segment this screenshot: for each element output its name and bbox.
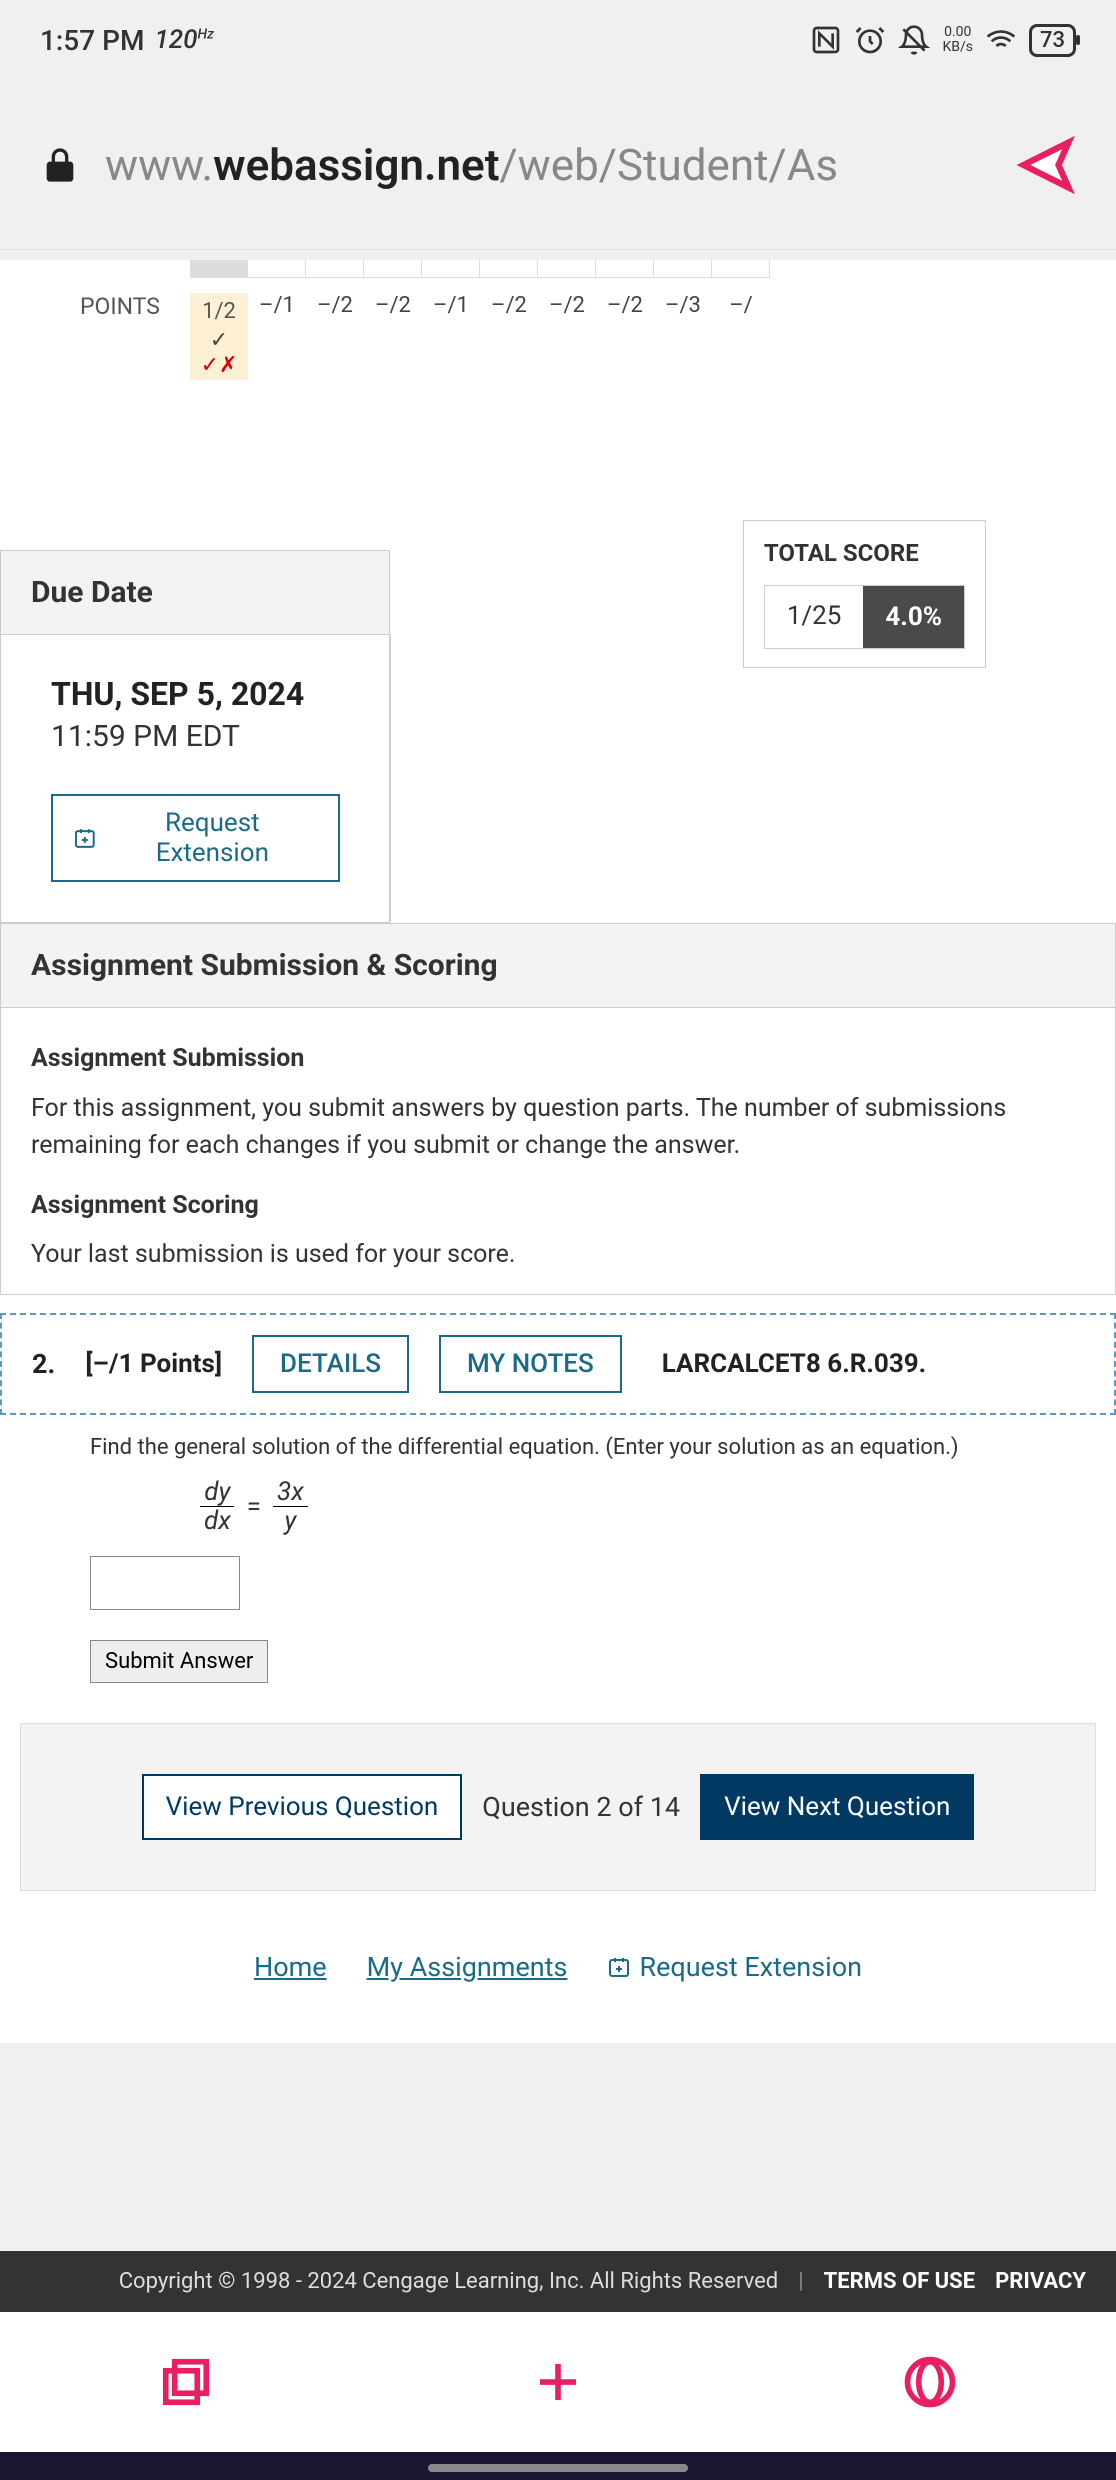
url-text[interactable]: www.webassign.net/web/Student/As (105, 139, 991, 191)
points-cell: –/1 (248, 293, 306, 380)
next-question-button[interactable]: View Next Question (700, 1774, 974, 1840)
wifi-icon (985, 24, 1017, 56)
score-percent: 4.0% (863, 586, 964, 648)
privacy-link[interactable]: PRIVACY (995, 2269, 1086, 2294)
request-extension-button[interactable]: Request Extension (51, 794, 340, 882)
status-time: 1:57 PM (40, 24, 144, 57)
score-fraction: 1/25 (765, 586, 864, 648)
home-link[interactable]: Home (254, 1951, 327, 1983)
total-score-label: TOTAL SCORE (764, 539, 965, 567)
browser-bottom-nav (0, 2312, 1116, 2452)
submission-section: Assignment Submission & Scoring Assignme… (0, 923, 1116, 1295)
question-prompt: Find the general solution of the differe… (90, 1435, 1026, 1460)
lock-icon (40, 145, 80, 185)
due-date-section: Due Date THU, SEP 5, 2024 11:59 PM EDT R… (0, 550, 390, 923)
url-bar[interactable]: www.webassign.net/web/Student/As (0, 80, 1116, 250)
points-cells: 1/2✓✓✗ –/1 –/2 –/2 –/1 –/2 –/2 –/2 –/3 –… (190, 293, 770, 380)
points-label: POINTS (80, 293, 190, 320)
request-extension-link[interactable]: Request Extension (607, 1951, 862, 1983)
terms-link[interactable]: TERMS OF USE (824, 2269, 976, 2294)
battery-indicator: 73 (1029, 24, 1076, 57)
my-assignments-link[interactable]: My Assignments (367, 1951, 568, 1983)
points-cell: –/2 (306, 293, 364, 380)
total-score-box: TOTAL SCORE 1/25 4.0% (743, 520, 986, 668)
nfc-icon (810, 24, 842, 56)
footer-links: Home My Assignments Request Extension (0, 1891, 1116, 2043)
points-cell: –/ (712, 293, 770, 380)
points-row: POINTS 1/2✓✓✗ –/1 –/2 –/2 –/1 –/2 –/2 –/… (0, 278, 1116, 410)
refresh-rate: 120 (154, 25, 197, 55)
status-bar: 1:57 PM 120Hz 0.00KB/s 73 (0, 0, 1116, 80)
question-position: Question 2 of 14 (482, 1791, 680, 1823)
calendar-plus-icon (73, 826, 97, 850)
prev-question-button[interactable]: View Previous Question (142, 1774, 463, 1840)
question-body: Find the general solution of the differe… (0, 1415, 1116, 1723)
submission-subhead1: Assignment Submission (31, 1040, 1085, 1078)
submission-header: Assignment Submission & Scoring (1, 924, 1115, 1008)
submit-answer-button[interactable]: Submit Answer (90, 1640, 268, 1683)
alarm-icon (854, 24, 886, 56)
send-icon[interactable] (1016, 135, 1076, 195)
submission-text2: Your last submission is used for your sc… (31, 1236, 1085, 1274)
question-points: [–/1 Points] (85, 1349, 222, 1379)
gesture-handle[interactable] (428, 2464, 688, 2472)
points-cell: 1/2✓✓✗ (190, 293, 248, 380)
points-cell: –/2 (596, 293, 654, 380)
my-notes-button[interactable]: MY NOTES (439, 1335, 622, 1393)
points-cell: –/2 (480, 293, 538, 380)
submission-text1: For this assignment, you submit answers … (31, 1090, 1085, 1165)
copyright-bar: Copyright © 1998 - 2024 Cengage Learning… (0, 2251, 1116, 2312)
plus-icon[interactable] (531, 2355, 585, 2409)
due-date-header: Due Date (1, 551, 389, 635)
due-time: 11:59 PM EDT (51, 719, 340, 754)
question-reference: LARCALCET8 6.R.039. (662, 1349, 927, 1379)
copyright-text: Copyright © 1998 - 2024 Cengage Learning… (119, 2269, 778, 2294)
notification-off-icon (898, 24, 930, 56)
submission-subhead2: Assignment Scoring (31, 1187, 1085, 1225)
question-number: 2. (32, 1348, 55, 1380)
opera-icon[interactable] (903, 2355, 957, 2409)
differential-equation: dydx = 3xy (200, 1478, 1026, 1536)
due-date: THU, SEP 5, 2024 (51, 675, 340, 713)
points-cell: –/2 (364, 293, 422, 380)
points-cell: –/1 (422, 293, 480, 380)
tabs-icon[interactable] (159, 2355, 213, 2409)
details-button[interactable]: DETAILS (252, 1335, 409, 1393)
points-cell: –/2 (538, 293, 596, 380)
calendar-plus-icon (607, 1955, 631, 1979)
question-header-bar: 2. [–/1 Points] DETAILS MY NOTES LARCALC… (0, 1313, 1116, 1415)
points-cell: –/3 (654, 293, 712, 380)
network-speed: 0.00KB/s (942, 25, 973, 56)
answer-input[interactable] (90, 1556, 240, 1610)
question-nav: View Previous Question Question 2 of 14 … (20, 1723, 1096, 1891)
